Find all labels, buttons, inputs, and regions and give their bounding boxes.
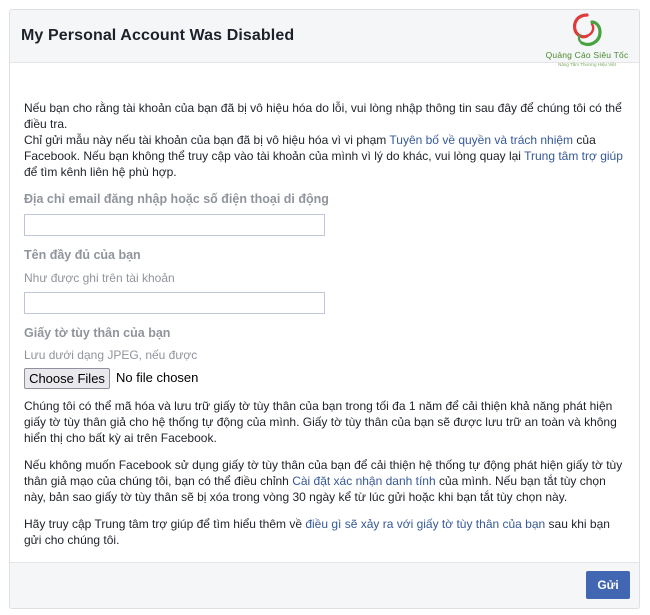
email-label: Địa chỉ email đăng nhập hoặc số điện tho…: [24, 192, 329, 206]
learn-more-paragraph: Hãy truy cập Trung tâm trợ giúp để tìm h…: [24, 516, 624, 548]
eligibility-text-1: Chỉ gửi mẫu này nếu tài khoản của bạn đã…: [24, 133, 390, 147]
id-info-link[interactable]: điều gì sẽ xảy ra với giấy tờ tùy thân c…: [305, 517, 545, 531]
form-footer: Gửi: [10, 562, 639, 608]
id-document-hint: Lưu dưới dạng JPEG, nếu được: [24, 348, 198, 362]
full-name-label: Tên đầy đủ của bạn: [24, 248, 141, 262]
eligibility-paragraph: Chỉ gửi mẫu này nếu tài khoản của bạn đã…: [24, 132, 624, 180]
full-name-field[interactable]: [24, 292, 325, 314]
help-center-link[interactable]: Trung tâm trợ giúp: [524, 149, 623, 163]
logo-subtext: Nâng Tầm Thương Hiệu Việt: [558, 62, 616, 67]
logo-swirl-icon: [572, 13, 602, 46]
opt-out-paragraph: Nếu không muốn Facebook sử dụng giấy tờ …: [24, 457, 624, 505]
no-file-status: No file chosen: [116, 370, 199, 385]
submit-button[interactable]: Gửi: [586, 571, 630, 599]
full-name-hint: Như được ghi trên tài khoản: [24, 271, 175, 285]
storage-notice-paragraph: Chúng tôi có thể mã hóa và lưu trữ giấy …: [24, 399, 617, 445]
brand-logo: Quảng Cáo Siêu Tốc Nâng Tầm Thương Hiệu …: [536, 12, 636, 74]
intro-paragraph: Nếu bạn cho rằng tài khoản của bạn đã bị…: [24, 101, 622, 131]
learn-more-text-1: Hãy truy cập Trung tâm trợ giúp để tìm h…: [24, 517, 306, 531]
page-title: My Personal Account Was Disabled: [21, 27, 295, 44]
choose-files-button[interactable]: Choose Files: [24, 368, 110, 389]
eligibility-text-3: để tìm kênh liên hệ phù hợp.: [24, 165, 177, 179]
disabled-account-form-card: My Personal Account Was Disabled Quảng C…: [9, 9, 640, 609]
email-field[interactable]: [24, 214, 325, 236]
identity-settings-link[interactable]: Cài đặt xác nhận danh tính: [292, 474, 435, 488]
logo-text: Quảng Cáo Siêu Tốc: [545, 50, 629, 60]
id-document-label: Giấy tờ tùy thân của bạn: [24, 326, 171, 340]
terms-link[interactable]: Tuyên bố về quyền và trách nhiệm: [389, 133, 573, 147]
form-header: My Personal Account Was Disabled Quảng C…: [10, 10, 639, 67]
